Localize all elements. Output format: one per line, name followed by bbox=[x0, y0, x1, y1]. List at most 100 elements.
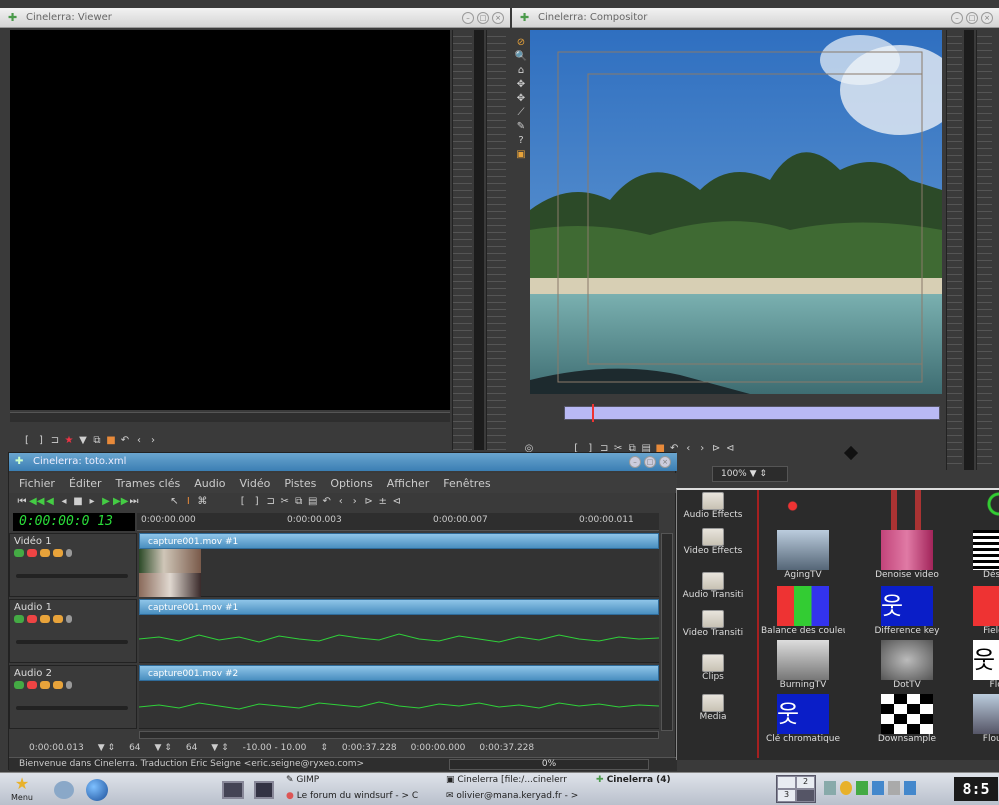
gang-toggle-icon[interactable] bbox=[40, 681, 50, 689]
mark-out-icon[interactable]: ] bbox=[34, 434, 48, 448]
mute-toggle-icon[interactable] bbox=[66, 549, 72, 557]
timeline-hscroll[interactable] bbox=[139, 731, 659, 739]
menu-video[interactable]: Vidéo bbox=[240, 477, 271, 490]
play-icon[interactable]: ▶ bbox=[99, 495, 113, 509]
draw-toggle-icon[interactable] bbox=[53, 549, 63, 557]
tray-volume-icon[interactable] bbox=[888, 781, 900, 795]
maximize-icon[interactable]: □ bbox=[644, 456, 656, 468]
zoom-select[interactable]: 100% ▼ ⇕ bbox=[712, 466, 788, 482]
arrow-tool-icon[interactable]: ↖ bbox=[167, 495, 181, 509]
workspace-4[interactable] bbox=[796, 789, 815, 802]
effect-item[interactable]: Downsample bbox=[865, 694, 949, 752]
play-toggle-icon[interactable] bbox=[14, 615, 24, 623]
compositor-timeline[interactable] bbox=[564, 406, 940, 420]
dropdown-arrow-icon[interactable]: ▼ ⇕ bbox=[98, 743, 115, 757]
splice-icon[interactable]: ⊐ bbox=[48, 434, 62, 448]
gang-toggle-icon[interactable] bbox=[40, 549, 50, 557]
task-forum[interactable]: ● Le forum du windsurf - > C bbox=[286, 791, 418, 801]
menu-afficher[interactable]: Afficher bbox=[387, 477, 429, 490]
effect-item[interactable]: Fields t bbox=[957, 586, 999, 644]
folder-clips[interactable]: Clips bbox=[681, 654, 745, 682]
tray-clipboard-icon[interactable] bbox=[904, 781, 916, 795]
record-toggle-icon[interactable] bbox=[27, 549, 37, 557]
prev-label-icon[interactable]: ‹ bbox=[334, 495, 348, 509]
in-icon[interactable]: ⊳ bbox=[362, 495, 376, 509]
effect-item[interactable]: 웃 Clé chromatique bbox=[761, 694, 845, 752]
draw-toggle-icon[interactable] bbox=[53, 681, 63, 689]
task-gimp[interactable]: ✎ GIMP bbox=[286, 775, 319, 785]
menu-options[interactable]: Options bbox=[330, 477, 372, 490]
folder-audio-effects[interactable]: Audio Effects bbox=[681, 492, 745, 520]
help-icon[interactable]: ? bbox=[514, 134, 528, 148]
minimize-icon[interactable]: – bbox=[951, 12, 963, 24]
program-titlebar[interactable]: ✚ Cinelerra: toto.xml – □ × bbox=[9, 453, 677, 471]
viewer-scrub-bar[interactable] bbox=[10, 412, 450, 422]
cut-icon[interactable]: ✂ bbox=[278, 495, 292, 509]
workspace-2[interactable]: 2 bbox=[796, 776, 815, 789]
reverse-icon[interactable]: ◀ bbox=[43, 495, 57, 509]
close-icon[interactable]: × bbox=[659, 456, 671, 468]
clock[interactable]: 8:5 bbox=[954, 777, 998, 801]
menu-audio[interactable]: Audio bbox=[194, 477, 225, 490]
compositor-playhead[interactable] bbox=[592, 404, 594, 422]
clip-video1[interactable]: capture001.mov #1 bbox=[139, 533, 659, 549]
effect-item[interactable]: BurningTV bbox=[761, 640, 845, 698]
prev-label-icon[interactable]: ‹ bbox=[132, 434, 146, 448]
next-label-icon[interactable]: › bbox=[146, 434, 160, 448]
curve-range[interactable]: -10.00 - 10.00 bbox=[243, 743, 307, 757]
viewer-titlebar[interactable]: ✚ Cinelerra: Viewer – □ × bbox=[0, 8, 510, 28]
effect-item[interactable]: 웃 Difference key bbox=[865, 586, 949, 644]
undo-icon[interactable]: ↶ bbox=[320, 495, 334, 509]
ibeam-tool-icon[interactable]: I bbox=[181, 495, 195, 509]
compositor-video-frame[interactable] bbox=[530, 30, 942, 394]
folder-media[interactable]: Media bbox=[681, 694, 745, 722]
rewind-start-icon[interactable]: ⏮ bbox=[15, 495, 29, 509]
timeline-vscroll[interactable] bbox=[661, 533, 673, 731]
projector-icon[interactable]: ✥ bbox=[514, 92, 528, 106]
menu-fichier[interactable]: Fichier bbox=[19, 477, 55, 490]
tray-app-icon[interactable] bbox=[824, 781, 836, 795]
folder-video-effects[interactable]: Video Effects bbox=[681, 528, 745, 556]
workspace-pager[interactable]: 2 3 bbox=[776, 775, 816, 803]
crop-icon[interactable]: ⟋ bbox=[514, 106, 528, 120]
effect-item[interactable]: Flou lin bbox=[957, 694, 999, 752]
record-toggle-icon[interactable] bbox=[27, 615, 37, 623]
track-header-audio1[interactable]: Audio 1 bbox=[9, 599, 137, 663]
effect-item[interactable]: Denoise video bbox=[865, 530, 949, 588]
play-toggle-icon[interactable] bbox=[14, 549, 24, 557]
zoom-icon[interactable]: 🔍 bbox=[514, 50, 528, 64]
menu-editer[interactable]: Éditer bbox=[69, 477, 102, 490]
task-mail[interactable]: ✉ olivier@mana.keryad.fr - > bbox=[446, 791, 578, 801]
amp-zoom[interactable]: 64 bbox=[186, 743, 197, 757]
task-cinelerra-main[interactable]: ✚ Cinelerra (4) bbox=[596, 775, 671, 785]
play-toggle-icon[interactable] bbox=[14, 681, 24, 689]
fast-reverse-icon[interactable]: ◀◀ bbox=[29, 495, 44, 509]
out-icon[interactable]: ⊲ bbox=[723, 442, 737, 456]
start-menu-button[interactable]: ★ Menu bbox=[8, 775, 36, 805]
effect-item[interactable]: Désent bbox=[957, 530, 999, 588]
compositor-titlebar[interactable]: ✚ Cinelerra: Compositor – □ × bbox=[512, 8, 999, 28]
folder-audio-transitions[interactable]: Audio Transiti bbox=[681, 572, 745, 600]
gang-toggle-icon[interactable] bbox=[40, 615, 50, 623]
close-icon[interactable]: × bbox=[492, 12, 504, 24]
effect-item[interactable]: AgingTV bbox=[761, 530, 845, 588]
workspace-1[interactable] bbox=[777, 776, 796, 789]
undo-icon[interactable]: ↶ bbox=[118, 434, 132, 448]
in-icon[interactable]: ⊳ bbox=[709, 442, 723, 456]
copy-icon[interactable]: ⧉ bbox=[90, 434, 104, 448]
menu-fenetres[interactable]: Fenêtres bbox=[443, 477, 490, 490]
copy-icon[interactable]: ⧉ bbox=[292, 495, 306, 509]
dropdown-arrow-icon[interactable]: ▼ ⇕ bbox=[155, 743, 172, 757]
terminal-icon[interactable] bbox=[254, 781, 274, 799]
next-label-icon[interactable]: › bbox=[348, 495, 362, 509]
draw-toggle-icon[interactable] bbox=[53, 615, 63, 623]
maximize-icon[interactable]: □ bbox=[966, 12, 978, 24]
forward-end-icon[interactable]: ⏭ bbox=[127, 495, 141, 509]
label-icon[interactable]: ★ bbox=[62, 434, 76, 448]
out-icon[interactable]: ⊲ bbox=[390, 495, 404, 509]
safe-region-icon[interactable]: ▣ bbox=[514, 148, 528, 162]
mark-in-icon[interactable]: [ bbox=[20, 434, 34, 448]
overwrite-icon[interactable]: ▼ bbox=[76, 434, 90, 448]
effect-item[interactable]: DotTV bbox=[865, 640, 949, 698]
monitor-icon[interactable] bbox=[222, 781, 244, 799]
